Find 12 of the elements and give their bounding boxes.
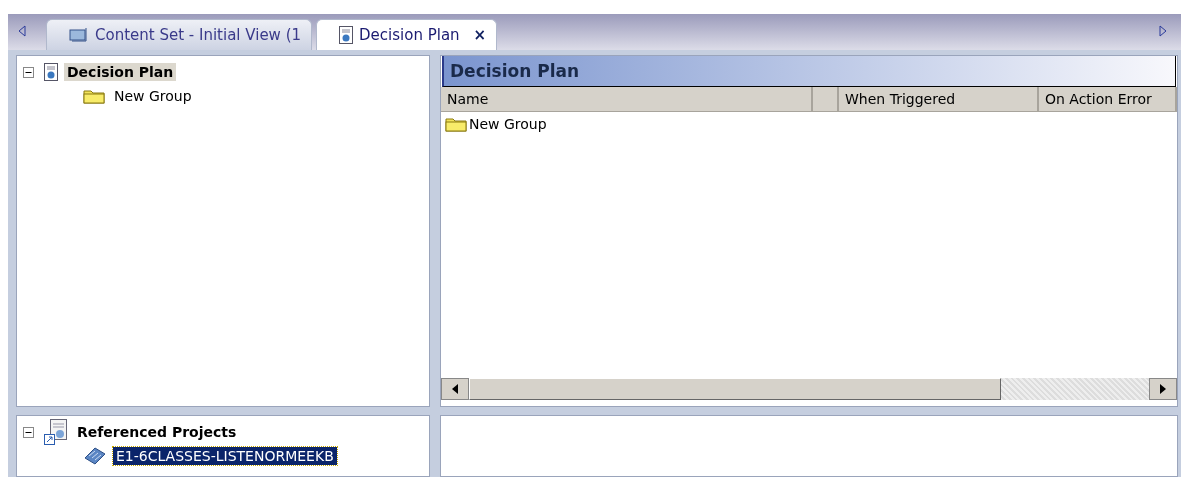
tab[interactable]: Decision Plan × (316, 19, 498, 50)
close-icon[interactable]: × (473, 26, 487, 44)
column-header[interactable]: On Action Error (1039, 87, 1177, 112)
column-header[interactable]: When Triggered (839, 87, 1039, 112)
tree-item[interactable]: Referenced Projects (74, 423, 240, 441)
column-header[interactable]: Name (441, 87, 813, 112)
tree-item[interactable]: E1-6CLASSES-LISTENORMEEKB (113, 447, 337, 465)
tree-item[interactable]: Decision Plan (64, 63, 177, 81)
panel-title: Decision Plan (442, 56, 1176, 87)
tab[interactable]: Content Set - Initial View (1 (46, 19, 313, 50)
tree-item[interactable]: New Group (111, 87, 195, 105)
table-cell[interactable]: New Group (469, 116, 547, 132)
